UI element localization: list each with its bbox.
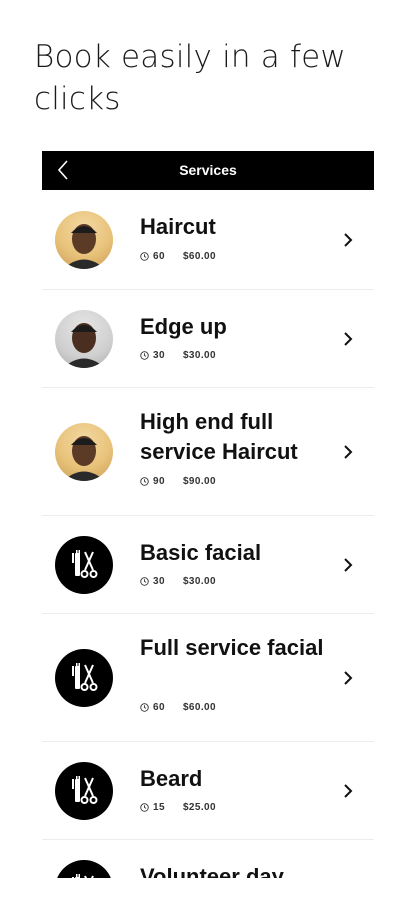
chevron-right-icon (344, 233, 353, 247)
page-headline: Book easily in a few clicks (34, 39, 346, 117)
page-title: Services (179, 162, 237, 178)
service-duration: 30 (153, 350, 165, 361)
service-meta: 60 $60.00 (140, 702, 216, 713)
service-item-full-service-facial[interactable]: Full service facial 60 $60.00 (42, 614, 374, 742)
service-duration: 60 (153, 251, 165, 262)
clock-icon (140, 803, 149, 812)
barber-tools-icon (55, 860, 113, 878)
service-item-beard[interactable]: Beard 15 $25.00 (42, 742, 374, 840)
phone-screen: Services Haircut 60 $60.00 Edge up 30 $30.00 H… (42, 151, 374, 878)
service-name: Beard (140, 766, 203, 791)
chevron-right-icon (344, 784, 353, 798)
service-price: $30.00 (182, 576, 216, 587)
service-name: Full service facial (140, 635, 324, 660)
service-duration: 90 (153, 476, 165, 487)
service-price: $30.00 (182, 350, 216, 361)
service-item-edge-up[interactable]: Edge up 30 $30.00 (42, 290, 374, 388)
service-meta: 30 $30.00 (140, 350, 216, 361)
chevron-right-icon (344, 558, 353, 572)
service-price: $90.00 (182, 476, 216, 487)
service-photo (55, 310, 113, 368)
service-duration: 60 (153, 702, 165, 713)
top-bar: Services (42, 151, 374, 190)
service-item-high-end-full-service-haircut[interactable]: High end full service Haircut 90 $90.00 (42, 388, 374, 516)
service-duration: 30 (153, 576, 165, 587)
barber-tools-icon (55, 762, 113, 820)
chevron-right-icon (344, 671, 353, 685)
service-meta: 30 $30.00 (140, 576, 216, 587)
service-meta: 90 $90.00 (140, 476, 216, 487)
service-item-haircut[interactable]: Haircut 60 $60.00 (42, 190, 374, 290)
service-name: Haircut (140, 214, 216, 239)
service-duration: 15 (153, 802, 165, 813)
barber-tools-icon (55, 536, 113, 594)
barber-tools-icon (55, 649, 113, 707)
service-name: Basic facial (140, 540, 262, 565)
service-price: $60.00 (182, 251, 216, 262)
service-item-volunteer-day[interactable]: Volunteer day (42, 840, 374, 878)
service-photo (55, 423, 113, 481)
service-name: High end full service Haircut (140, 409, 298, 464)
clock-icon (140, 477, 149, 486)
chevron-right-icon (344, 445, 353, 459)
service-meta: 15 $25.00 (140, 802, 216, 813)
service-photo (55, 211, 113, 269)
clock-icon (140, 577, 149, 586)
service-name: Volunteer day (140, 864, 284, 878)
service-meta: 60 $60.00 (140, 251, 216, 262)
clock-icon (140, 252, 149, 261)
service-price: $25.00 (182, 802, 216, 813)
service-name: Edge up (140, 314, 227, 339)
service-price: $60.00 (182, 702, 216, 713)
clock-icon (140, 351, 149, 360)
service-item-basic-facial[interactable]: Basic facial 30 $30.00 (42, 516, 374, 614)
chevron-right-icon (344, 332, 353, 346)
clock-icon (140, 703, 149, 712)
